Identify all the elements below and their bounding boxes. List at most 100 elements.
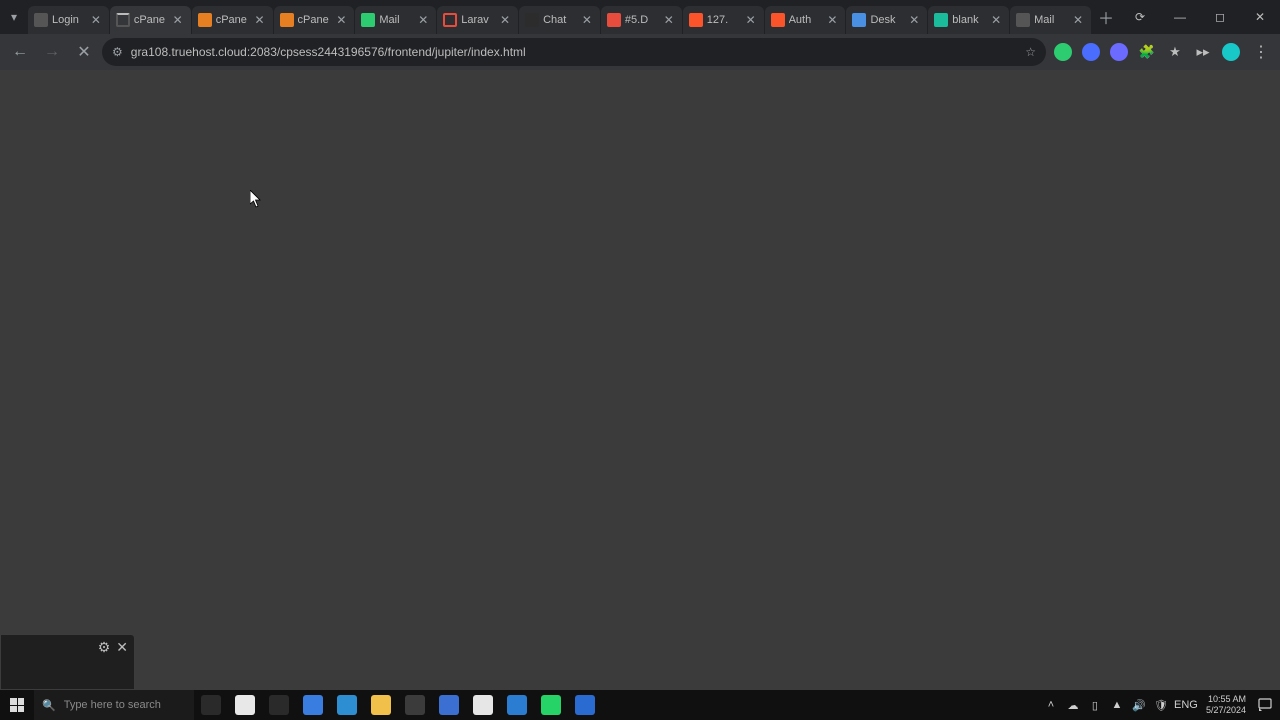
site-info-icon[interactable]: ⚙ [112, 45, 123, 59]
tab-title: Mail [1034, 14, 1067, 26]
taskbar-app-store[interactable] [398, 690, 432, 720]
tray-language[interactable]: ENG [1172, 690, 1200, 720]
url-text: gra108.truehost.cloud:2083/cpsess2443196… [131, 45, 1017, 59]
word-icon [575, 695, 595, 715]
address-bar[interactable]: ⚙ gra108.truehost.cloud:2083/cpsess24431… [102, 38, 1046, 66]
taskbar-search[interactable]: 🔍 Type here to search [34, 690, 194, 720]
page-viewport: ⚙ ✕ [0, 70, 1280, 690]
tab-0[interactable]: Login✕ [28, 6, 109, 34]
tab-title: #5.D [625, 14, 658, 26]
tab-8[interactable]: 127.✕ [683, 6, 764, 34]
tab-close-icon[interactable]: ✕ [744, 13, 758, 27]
copilot-icon [303, 695, 323, 715]
tab-7[interactable]: #5.D ✕ [601, 6, 682, 34]
minimize-button[interactable]: — [1160, 0, 1200, 34]
tab-close-icon[interactable]: ✕ [334, 13, 348, 27]
extension-profile[interactable] [1218, 39, 1244, 65]
tray-security-icon[interactable]: 🛡 [1150, 690, 1172, 720]
back-button[interactable]: ← [6, 38, 34, 66]
tab-9[interactable]: Auth✕ [765, 6, 846, 34]
extension-ext-2[interactable] [1078, 39, 1104, 65]
tab-strip: Login✕cPane✕cPane✕cPane✕Mail✕Larav✕Chat✕… [28, 0, 1092, 34]
tray-wifi-icon[interactable]: ▲ [1106, 690, 1128, 720]
tab-close-icon[interactable]: ✕ [171, 13, 185, 27]
vscode-icon [507, 695, 527, 715]
extensions-strip: 🧩★▸▸ [1050, 39, 1244, 65]
tab-4[interactable]: Mail✕ [355, 6, 436, 34]
download-close-icon[interactable]: ✕ [116, 639, 128, 656]
store-icon [405, 695, 425, 715]
restore-dropdown[interactable]: ⟳ [1120, 0, 1160, 34]
download-shelf: ⚙ ✕ [0, 634, 135, 690]
tab-3[interactable]: cPane✕ [274, 6, 355, 34]
taskbar-app-task-view[interactable] [262, 690, 296, 720]
taskbar-app-word[interactable] [568, 690, 602, 720]
tab-close-icon[interactable]: ✕ [89, 13, 103, 27]
tab-close-icon[interactable]: ✕ [1071, 13, 1085, 27]
favicon-icon [934, 13, 948, 27]
tab-10[interactable]: Desk ✕ [846, 6, 927, 34]
tray-overflow[interactable]: ˄ [1040, 690, 1062, 720]
favicon-icon [1016, 13, 1030, 27]
taskbar-app-mail[interactable] [432, 690, 466, 720]
favicon-icon [689, 13, 703, 27]
tab-2[interactable]: cPane✕ [192, 6, 273, 34]
tab-6[interactable]: Chat ✕ [519, 6, 600, 34]
tray-onedrive-icon[interactable]: ☁ [1062, 690, 1084, 720]
maximize-button[interactable]: ◻ [1200, 0, 1240, 34]
bookmark-icon[interactable]: ☆ [1025, 45, 1036, 59]
titlebar: ▾ Login✕cPane✕cPane✕cPane✕Mail✕Larav✕Cha… [0, 0, 1280, 34]
taskbar-app-whatsapp[interactable] [534, 690, 568, 720]
tray-battery-icon[interactable]: ▯ [1084, 690, 1106, 720]
extension-ext-6[interactable]: ▸▸ [1190, 39, 1216, 65]
taskbar-app-vscode[interactable] [500, 690, 534, 720]
taskbar-app-cortana[interactable] [194, 690, 228, 720]
extension-ext-puzzle[interactable]: 🧩 [1134, 39, 1160, 65]
whatsapp-icon [541, 695, 561, 715]
extension-ext-5[interactable]: ★ [1162, 39, 1188, 65]
taskbar-apps [194, 690, 602, 720]
tab-search-button[interactable]: ▾ [0, 0, 28, 34]
extension-ext-3[interactable] [1106, 39, 1132, 65]
taskbar-app-file-explorer[interactable] [364, 690, 398, 720]
taskbar-app-edge[interactable] [330, 690, 364, 720]
extension-ext-1[interactable] [1050, 39, 1076, 65]
taskbar-app-copilot[interactable] [296, 690, 330, 720]
tab-close-icon[interactable]: ✕ [253, 13, 267, 27]
tab-title: Chat [543, 14, 576, 26]
search-placeholder: Type here to search [64, 699, 161, 711]
tab-close-icon[interactable]: ✕ [989, 13, 1003, 27]
favicon-icon [607, 13, 621, 27]
tab-5[interactable]: Larav ✕ [437, 6, 518, 34]
tab-close-icon[interactable]: ✕ [580, 13, 594, 27]
new-tab-button[interactable]: ＋ [1092, 0, 1120, 34]
tab-close-icon[interactable]: ✕ [825, 13, 839, 27]
tab-close-icon[interactable]: ✕ [416, 13, 430, 27]
favicon-icon [443, 13, 457, 27]
tab-title: Desk [870, 14, 903, 26]
tab-close-icon[interactable]: ✕ [907, 13, 921, 27]
tab-close-icon[interactable]: ✕ [662, 13, 676, 27]
favicon-icon [280, 13, 294, 27]
tab-11[interactable]: blank✕ [928, 6, 1009, 34]
chrome-icon [473, 695, 493, 715]
action-center-button[interactable] [1252, 690, 1278, 720]
tab-title: Auth [789, 14, 822, 26]
tray-volume-icon[interactable]: 🔊 [1128, 690, 1150, 720]
start-button[interactable] [0, 690, 34, 720]
forward-button[interactable]: → [38, 38, 66, 66]
tab-title: Larav [461, 14, 494, 26]
taskbar-app-app-white[interactable] [228, 690, 262, 720]
taskbar-clock[interactable]: 10:55 AM 5/27/2024 [1200, 694, 1252, 716]
download-settings-icon[interactable]: ⚙ [98, 639, 111, 656]
taskbar-app-chrome[interactable] [466, 690, 500, 720]
tab-1[interactable]: cPane✕ [110, 6, 191, 34]
close-window-button[interactable]: ✕ [1240, 0, 1280, 34]
tab-12[interactable]: Mail ✕ [1010, 6, 1091, 34]
browser-menu-button[interactable]: ⋮ [1248, 42, 1274, 62]
app-white-icon [235, 695, 255, 715]
reload-button[interactable]: ✕ [70, 38, 98, 66]
tab-close-icon[interactable]: ✕ [498, 13, 512, 27]
task-view-icon [269, 695, 289, 715]
system-tray: ˄ ☁ ▯ ▲ 🔊 🛡 ENG 10:55 AM 5/27/2024 [1040, 690, 1280, 720]
